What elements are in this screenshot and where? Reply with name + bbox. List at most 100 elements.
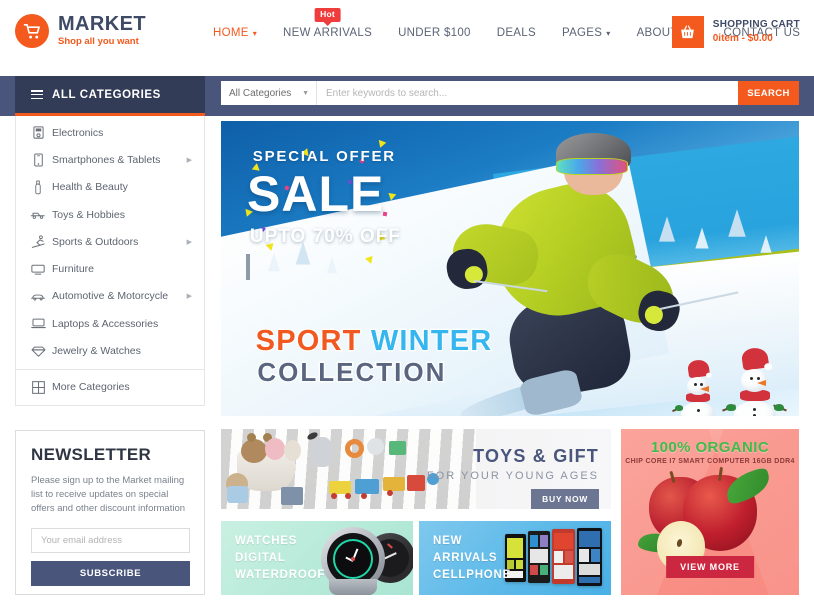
chevron-down-icon: ▼ [302,89,309,97]
train-wheel [331,493,337,499]
hero-discount: UPTO 70% OFF [249,225,401,247]
newsletter-description: Please sign up to the Market mailing lis… [31,475,186,514]
cart-title: SHOPPING CART [712,19,800,30]
chevron-down-icon: ▾ [252,29,258,38]
site-logo[interactable]: MARKET Shop all you want [15,14,146,48]
category-label: Jewelry & Watches [52,345,141,358]
plush-bunny-2 [281,487,303,505]
all-categories-header[interactable]: ALL CATEGORIES [15,76,205,116]
search-button[interactable]: SEARCH [738,81,799,105]
organic-view-more-button[interactable]: VIEW MORE [666,556,754,578]
phone [528,531,550,583]
nav-item-under-100[interactable]: UNDER $100 [385,25,484,41]
category-item-more-categories[interactable]: More Categories [16,374,204,401]
newsletter-subscribe-button[interactable]: SUBSCRIBE [31,561,190,586]
hero-title-line1: SPORT WINTER [254,323,493,357]
skier-icon [29,235,47,249]
search-bar: All Categories ▼ SEARCH [221,81,799,105]
toys-subtitle: FOR YOUR YOUNG AGES [426,470,599,482]
toy-car-icon [29,210,47,219]
category-label: Furniture [52,263,95,276]
nav-label: HOME [213,27,249,39]
smartphone-icon [29,153,47,167]
search-category-value: All Categories [229,87,292,99]
organic-title: 100% ORGANIC [650,439,770,456]
category-item-toys-hobbies[interactable]: Toys & Hobbies [16,201,204,228]
watches-line1: WATCHES [235,535,298,547]
chevron-right-icon: ▶ [186,293,192,301]
logo-tagline: Shop all you want [58,36,139,47]
nav-label: UNDER $100 [398,27,471,39]
hero-special-offer: SPECIAL OFFER [252,147,396,165]
nav-item-pages[interactable]: PAGES ▾ [549,25,624,41]
cellphone-line3: CELLPHONE [433,569,512,581]
search-category-select[interactable]: All Categories ▼ [221,81,317,105]
monitor-icon [29,126,47,139]
promo-organic-banner[interactable]: 100% ORGANIC CHIP CORE I7 SMART COMPUTER… [621,429,799,595]
newsletter-panel: NEWSLETTER Please sign up to the Market … [15,430,205,595]
watches-line3: WATERDROOF [235,569,326,581]
laptop-icon [29,318,47,329]
hero-word-winter: WINTER [370,323,493,357]
diamond-icon [29,346,47,357]
newsletter-email-input[interactable] [31,528,190,553]
promo-toys-banner[interactable]: TOYS & GIFT FOR YOUR YOUNG AGES BUY NOW [221,429,611,509]
search-input[interactable] [317,81,738,105]
organic-subtitle: CHIP CORE I7 SMART COMPUTER 16GB DDR4 [625,458,795,465]
category-item-automotive-motorcycle[interactable]: Automotive & Motorcycle ▶ [16,283,204,310]
pine-tree [268,252,281,272]
category-item-laptops-accessories[interactable]: Laptops & Accessories [16,310,204,337]
grid-icon [29,380,47,394]
cart-summary: 0item - $0.00 [712,33,773,44]
phone [552,529,575,584]
category-label: Laptops & Accessories [52,317,159,330]
category-item-jewelry-watches[interactable]: Jewelry & Watches [16,337,204,364]
santa-hat [686,358,710,379]
logo-title: MARKET [58,13,146,35]
shopping-cart-widget[interactable]: SHOPPING CART 0item - $0.00 [671,16,800,48]
pine-tree [759,235,772,253]
nav-label: NEW ARRIVALS [283,27,373,39]
cellphones-image [505,528,605,588]
hero-banner[interactable]: SPECIAL OFFER SALE UPTO 70% OFF SPORT WI… [221,121,799,416]
nav-item-deals[interactable]: DEALS [484,25,549,41]
category-label: Smartphones & Tablets [52,153,161,166]
hero-word-sport: SPORT [254,323,362,357]
trail-post [246,253,251,280]
basket-icon [671,16,704,48]
hero-title-line2: COLLECTION [256,357,447,388]
car-icon [29,292,47,301]
toy-ring [345,439,364,458]
promo-watches-banner[interactable]: WATCHES DIGITAL WATERDROOF [221,521,413,595]
category-item-sports-outdoors[interactable]: Sports & Outdoors ▶ [16,228,204,255]
category-label: More Categories [52,381,130,394]
watches-line2: DIGITAL [235,552,286,564]
nav-item-new-arrivals[interactable]: Hot NEW ARRIVALS [270,8,385,41]
toy-train-engine [407,475,425,491]
promo-cellphone-banner[interactable]: NEW ARRIVALS CELLPHONE [419,521,611,595]
hot-badge: Hot [314,8,341,25]
all-categories-label: ALL CATEGORIES [52,88,161,101]
category-label: Health & Beauty [52,181,128,194]
page-root: MARKET Shop all you want HOME ▾ Hot NEW … [0,0,814,605]
hero-sale-word: SALE [247,166,385,223]
category-label: Toys & Hobbies [52,208,125,221]
category-item-electronics[interactable]: Electronics [16,119,204,146]
chevron-right-icon: ▶ [186,156,192,164]
category-item-health-beauty[interactable]: Health & Beauty [16,174,204,201]
ski-goggles [556,158,629,176]
category-item-smartphones-tablets[interactable]: Smartphones & Tablets ▶ [16,146,204,173]
chevron-right-icon: ▶ [186,238,192,246]
category-item-furniture[interactable]: Furniture [16,255,204,282]
category-list: Electronics Smartphones & Tablets ▶ Heal… [15,116,205,406]
toy-train-car [355,479,379,494]
santa-hat [740,346,770,371]
toys-buy-now-button[interactable]: BUY NOW [531,489,599,509]
nav-item-home[interactable]: HOME ▾ [200,25,270,41]
bottle-icon [29,180,47,195]
cellphone-line2: ARRIVALS [433,552,498,564]
nav-label: DEALS [496,27,536,39]
train-wheel [387,490,393,496]
pine-tree [727,209,746,238]
nav-label: PAGES [561,27,603,39]
